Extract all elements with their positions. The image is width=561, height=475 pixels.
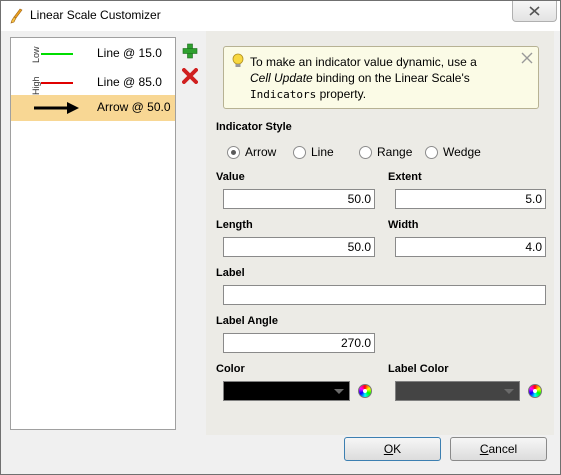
value-label: Value bbox=[216, 171, 245, 183]
indicator-properties-panel: To make an indicator value dynamic, use … bbox=[206, 31, 554, 435]
tip-text: To make an indicator value dynamic, use … bbox=[250, 54, 518, 103]
remove-indicator-button[interactable] bbox=[182, 68, 198, 84]
label-angle-field[interactable]: 270.0 bbox=[223, 333, 375, 353]
title-bar[interactable]: Linear Scale Customizer bbox=[1, 1, 560, 31]
value-field[interactable]: 50.0 bbox=[223, 189, 375, 209]
cancel-button[interactable]: Cancel bbox=[450, 437, 547, 461]
radio-arrow[interactable]: Arrow bbox=[227, 144, 276, 160]
lightbulb-icon bbox=[232, 53, 244, 67]
window-title: Linear Scale Customizer bbox=[30, 8, 161, 22]
color-wheel-icon[interactable] bbox=[528, 384, 542, 398]
close-icon bbox=[529, 6, 540, 16]
info-tip: To make an indicator value dynamic, use … bbox=[223, 46, 539, 109]
width-field[interactable]: 4.0 bbox=[395, 237, 546, 257]
list-toolbar bbox=[176, 31, 204, 435]
add-indicator-button[interactable] bbox=[182, 43, 198, 59]
indicator-label: Arrow @ 50.0 bbox=[97, 100, 171, 114]
color-wheel-icon[interactable] bbox=[358, 384, 372, 398]
line-swatch-red bbox=[41, 82, 73, 84]
radio-selected-dot bbox=[231, 149, 236, 155]
tip-italic: Cell Update bbox=[250, 71, 313, 85]
arrow-icon bbox=[34, 102, 79, 114]
chevron-down-icon bbox=[334, 389, 344, 394]
label-field[interactable] bbox=[223, 285, 546, 305]
chevron-down-icon bbox=[504, 389, 514, 394]
color-label: Color bbox=[216, 363, 245, 375]
width-label: Width bbox=[388, 219, 419, 231]
label-color-dropdown[interactable] bbox=[395, 381, 520, 401]
label-angle-label: Label Angle bbox=[216, 315, 278, 327]
radio-line[interactable]: Line bbox=[293, 144, 334, 160]
length-field[interactable]: 50.0 bbox=[223, 237, 375, 257]
dialog-window: Linear Scale Customizer Low Line @ 15.0 … bbox=[0, 0, 561, 475]
radio-label: Arrow bbox=[245, 145, 277, 159]
indicator-label: Line @ 85.0 bbox=[97, 75, 162, 89]
radio-wedge[interactable]: Wedge bbox=[425, 144, 481, 160]
indicator-style-label: Indicator Style bbox=[216, 121, 292, 133]
radio-label: Line bbox=[311, 145, 334, 159]
range-tag: Low bbox=[31, 46, 41, 63]
tip-code: Indicators bbox=[250, 88, 317, 101]
extent-field[interactable]: 5.0 bbox=[395, 189, 546, 209]
ok-button[interactable]: OK bbox=[344, 437, 441, 461]
extent-label: Extent bbox=[388, 171, 422, 183]
indicator-list[interactable]: Low Line @ 15.0 High Line @ 85.0 Arrow @… bbox=[10, 37, 176, 430]
label-label: Label bbox=[216, 267, 245, 279]
indicator-label: Line @ 15.0 bbox=[97, 46, 162, 60]
color-dropdown[interactable] bbox=[223, 381, 350, 401]
radio-label: Range bbox=[377, 145, 413, 159]
indicator-row-arrow[interactable]: Arrow @ 50.0 bbox=[11, 95, 175, 121]
radio-range[interactable]: Range bbox=[359, 144, 412, 160]
tip-line-1: To make an indicator value dynamic, use … bbox=[250, 55, 477, 69]
line-swatch-green bbox=[41, 53, 73, 55]
range-tag: High bbox=[31, 76, 41, 95]
tip-line-2: binding on the Linear Scale's bbox=[312, 71, 470, 85]
dialog-body: Low Line @ 15.0 High Line @ 85.0 Arrow @… bbox=[8, 31, 554, 461]
paintbrush-icon bbox=[10, 8, 23, 24]
tip-line-3: property. bbox=[316, 87, 367, 101]
close-icon[interactable] bbox=[520, 51, 534, 65]
window-close-button[interactable] bbox=[512, 1, 557, 22]
indicator-row-high[interactable]: High Line @ 85.0 bbox=[11, 70, 175, 96]
label-color-label: Label Color bbox=[388, 363, 449, 375]
radio-label: Wedge bbox=[443, 145, 481, 159]
indicator-row-low[interactable]: Low Line @ 15.0 bbox=[11, 41, 175, 67]
length-label: Length bbox=[216, 219, 253, 231]
